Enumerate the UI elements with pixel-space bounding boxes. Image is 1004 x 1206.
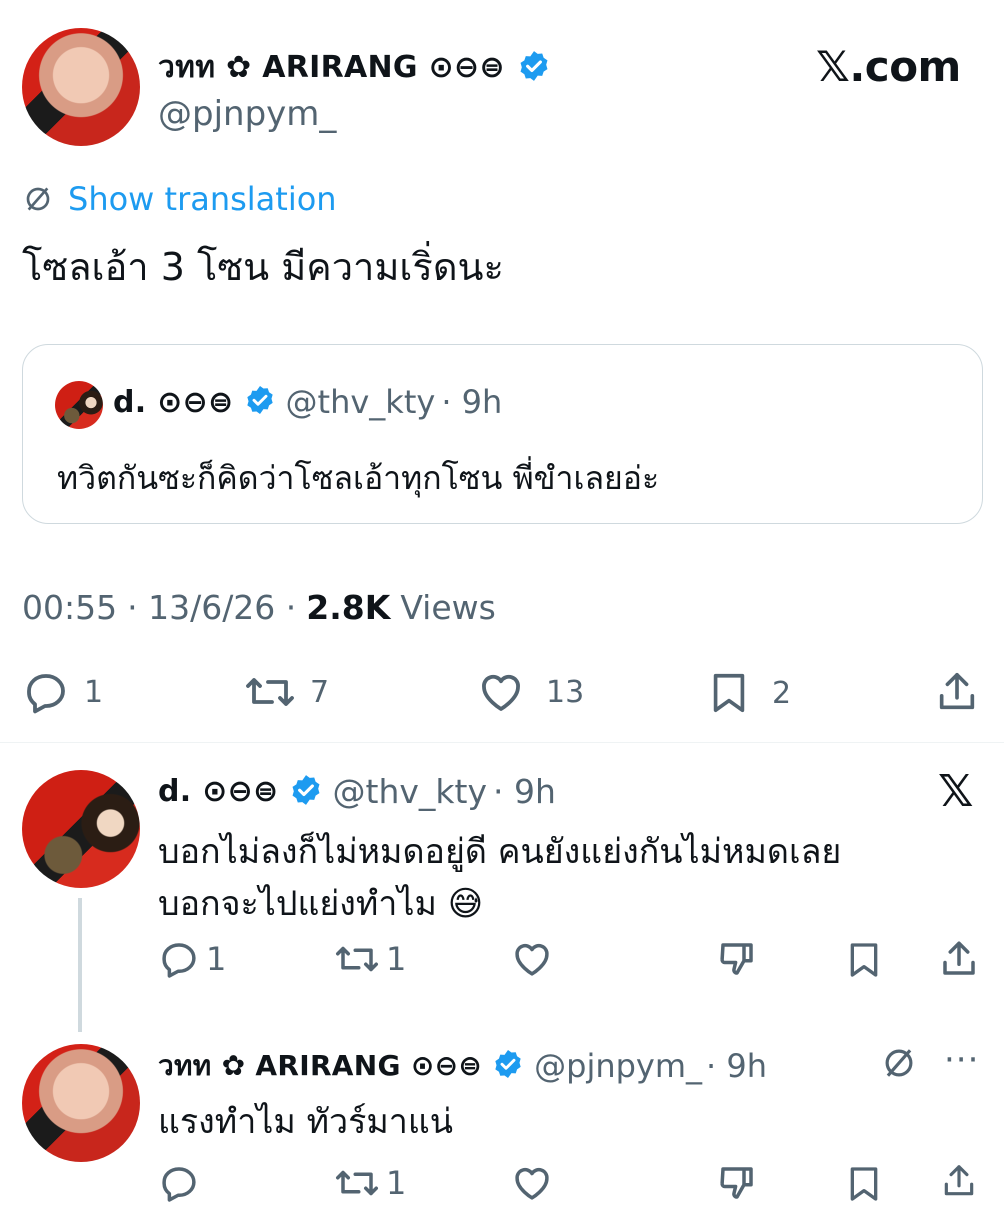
- verified-badge-icon: [289, 773, 323, 811]
- reply1-repost-button[interactable]: 1: [334, 938, 406, 980]
- reply2-bookmark-button[interactable]: [844, 1162, 884, 1206]
- bookmark-icon: [844, 938, 884, 982]
- repost-icon: [334, 1162, 380, 1204]
- reply2-text: แรงทำไม ทัวร์มาแน่: [158, 1102, 454, 1142]
- reply1-reply-count: 1: [206, 940, 227, 978]
- translate-icon: [22, 183, 54, 215]
- reply2-share-button[interactable]: [938, 1162, 980, 1200]
- verified-badge-icon: [492, 1048, 524, 1084]
- reply2-avatar[interactable]: [22, 1044, 140, 1162]
- repost-count: 7: [310, 674, 330, 710]
- x-com-brand: 𝕏.com: [816, 42, 961, 91]
- thumbs-down-icon: [716, 938, 758, 980]
- heart-icon: [510, 1162, 554, 1204]
- reply1-time: · 9h: [493, 772, 556, 811]
- bookmark-count: 2: [772, 675, 792, 711]
- reply-icon: [158, 938, 200, 980]
- heart-icon: [476, 668, 526, 716]
- translate-icon: [880, 1044, 918, 1082]
- reply2-author-handle[interactable]: @pjnpym_: [534, 1047, 702, 1085]
- reply2-like-button[interactable]: [510, 1162, 554, 1204]
- bookmark-icon: [706, 668, 752, 718]
- bookmark-button[interactable]: 2: [706, 668, 791, 718]
- reply2-author-row: วทท ✿ ARIRANG ⊙⊖⊜ @pjnpym_ · 9h: [158, 1044, 767, 1088]
- bookmark-icon: [844, 1162, 884, 1206]
- reply1-text-line2: บอกจะไปแย่งทำไม 😅: [158, 884, 484, 924]
- share-icon: [938, 1162, 980, 1200]
- reply2-author-name[interactable]: วทท ✿ ARIRANG ⊙⊖⊜: [158, 1044, 482, 1088]
- reply1-avatar[interactable]: [22, 770, 140, 888]
- quoted-author-name: d. ⊙⊖⊜: [113, 384, 234, 420]
- repost-icon: [334, 938, 380, 980]
- repost-button[interactable]: 7: [244, 668, 329, 716]
- reply2-repost-button[interactable]: 1: [334, 1162, 406, 1204]
- author-name[interactable]: วทท ✿ ARIRANG ⊙⊖⊜: [158, 44, 505, 91]
- like-count: 13: [546, 674, 585, 710]
- divider: [0, 742, 1004, 743]
- quoted-author-handle: @thv_kty: [285, 383, 436, 421]
- show-translation-label[interactable]: Show translation: [68, 180, 337, 218]
- thumbs-down-icon: [716, 1162, 758, 1204]
- reply-icon: [158, 1162, 200, 1204]
- reply1-reply-button[interactable]: 1: [158, 938, 226, 980]
- quoted-tweet-time: · 9h: [441, 383, 503, 421]
- reply1-dislike-button[interactable]: [716, 938, 758, 980]
- like-button[interactable]: 13: [476, 668, 584, 716]
- reply2-dislike-button[interactable]: [716, 1162, 758, 1204]
- reply1-text: บอกไม่ลงก็ไม่หมดอยู่ดี คนยังแย่งกันไม่หม…: [158, 826, 841, 930]
- reply1-author-row: d. ⊙⊖⊜ @thv_kty · 9h: [158, 772, 556, 811]
- quoted-tweet-text: ทวิตกันซะก็คิดว่าโซลเอ้าทุกโซน พี่ขำเลยอ…: [57, 459, 660, 497]
- thread-line: [78, 898, 82, 1032]
- views-count: 2.8K: [306, 588, 391, 627]
- x-logo-icon: 𝕏: [938, 766, 974, 817]
- repost-icon: [244, 668, 296, 716]
- reply2-reply-button[interactable]: [158, 1162, 200, 1204]
- share-button[interactable]: [934, 668, 980, 716]
- show-translation-link[interactable]: Show translation: [22, 180, 337, 218]
- verified-badge-icon: [244, 384, 276, 420]
- share-icon: [938, 938, 980, 980]
- tweet-meta: 00:55 · 13/6/26 · 2.8K Views: [22, 588, 496, 627]
- verified-badge-icon: [517, 49, 551, 87]
- quoted-tweet-card[interactable]: d. ⊙⊖⊜ @thv_kty · 9h ทวิตกันซะก็คิดว่าโซ…: [22, 344, 983, 524]
- reply2-translate-button[interactable]: [880, 1044, 918, 1082]
- tweet-text: โซลเอ้า 3 โซน มีความเริ่ดนะ: [22, 245, 504, 289]
- share-icon: [934, 668, 980, 716]
- tweet-time: 00:55: [22, 588, 118, 627]
- more-options-icon[interactable]: ···: [944, 1040, 979, 1080]
- reply2-time: · 9h: [706, 1047, 768, 1085]
- reply1-repost-count: 1: [386, 940, 407, 978]
- heart-icon: [510, 938, 554, 980]
- reply1-share-button[interactable]: [938, 938, 980, 980]
- reply2-repost-count: 1: [386, 1164, 407, 1202]
- reply1-bookmark-button[interactable]: [844, 938, 884, 982]
- reply-icon: [22, 668, 70, 716]
- reply1-author-name[interactable]: d. ⊙⊖⊜: [158, 774, 279, 809]
- author-name-row: วทท ✿ ARIRANG ⊙⊖⊜: [158, 44, 551, 91]
- quoted-author-avatar: [55, 381, 103, 429]
- author-handle[interactable]: @pjnpym_: [158, 94, 336, 134]
- tweet-date: · 13/6/26 ·: [127, 588, 297, 627]
- quoted-author-row: d. ⊙⊖⊜ @thv_kty · 9h: [113, 383, 502, 421]
- reply1-like-button[interactable]: [510, 938, 554, 980]
- reply-button[interactable]: 1: [22, 668, 103, 716]
- reply1-author-handle[interactable]: @thv_kty: [333, 772, 487, 811]
- reply1-text-line1: บอกไม่ลงก็ไม่หมดอยู่ดี คนยังแย่งกันไม่หม…: [158, 832, 842, 872]
- author-avatar[interactable]: [22, 28, 140, 146]
- views-label: Views: [400, 588, 496, 627]
- reply-count: 1: [84, 674, 104, 710]
